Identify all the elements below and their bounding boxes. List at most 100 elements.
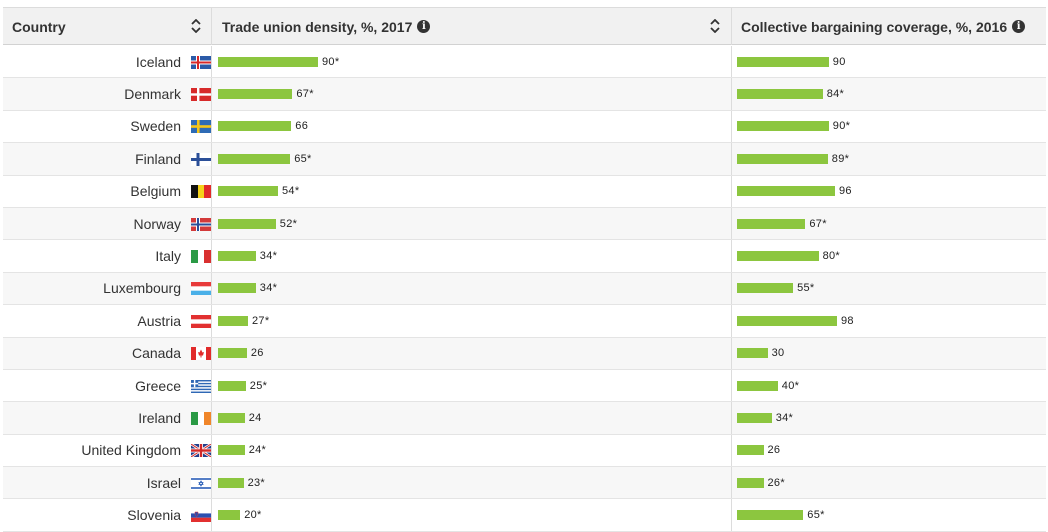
bargaining-coverage-value: 40*: [781, 379, 800, 392]
country-cell: Belgium: [3, 176, 211, 207]
bargaining-coverage-bar: [737, 218, 806, 229]
union-density-value: 23*: [247, 476, 266, 489]
table-row: Austria 27* 98: [3, 305, 1046, 338]
belgium-flag-icon: [191, 185, 211, 199]
country-cell: Slovenia: [3, 499, 211, 530]
bargaining-coverage-value: 67*: [809, 217, 827, 230]
union-density-column-header[interactable]: Trade union density, %, 2017 i: [211, 8, 731, 45]
bargaining-coverage-cell: 90: [731, 46, 1046, 78]
union-density-cell: 34*: [211, 240, 731, 272]
bargaining-coverage-value: 30: [771, 347, 785, 360]
bargaining-coverage-bar: [737, 89, 823, 100]
union-density-value: 20*: [244, 509, 262, 522]
country-name: Iceland: [135, 53, 181, 70]
country-name: Norway: [133, 215, 181, 232]
union-density-bar: [218, 121, 292, 132]
italy-flag-icon: [191, 250, 211, 264]
bargaining-coverage-bar: [737, 121, 829, 132]
country-name: Slovenia: [127, 507, 181, 524]
info-icon[interactable]: i: [1012, 20, 1026, 33]
bargaining-coverage-bar: [737, 445, 764, 456]
union-density-value: 25*: [249, 379, 268, 392]
country-column-header[interactable]: Country: [3, 8, 211, 45]
table-row: Slovenia 20* 65*: [3, 499, 1046, 532]
union-density-value: 34*: [259, 250, 278, 263]
country-cell: Luxembourg: [3, 273, 211, 304]
union-density-value: 54*: [282, 185, 300, 198]
union-density-value: 67*: [296, 88, 314, 101]
union-density-bar: [218, 348, 247, 359]
bargaining-coverage-value: 90: [832, 55, 846, 68]
bargaining-coverage-cell: 67*: [731, 207, 1046, 240]
union-density-bar: [218, 510, 241, 521]
union-density-cell: 67*: [211, 78, 731, 110]
table-row: Iceland 90* 90: [3, 46, 1046, 79]
table-body: Iceland 90* 90 Denmark 67* 84* Sweden 66 90* Finl…: [3, 46, 1046, 532]
bargaining-coverage-cell: 26*: [731, 467, 1046, 499]
country-cell: Israel: [3, 467, 211, 498]
sort-icon[interactable]: [191, 19, 201, 33]
union-density-value: 26: [250, 347, 264, 360]
country-name: Denmark: [124, 86, 181, 103]
bargaining-coverage-cell: 80*: [731, 240, 1046, 272]
country-name: Ireland: [138, 409, 181, 426]
bargaining-coverage-cell: 55*: [731, 272, 1046, 305]
country-cell: Norway: [3, 208, 211, 239]
table-row: Belgium 54* 96: [3, 175, 1046, 208]
uk-flag-icon: [191, 444, 211, 458]
union-density-bar: [218, 283, 256, 294]
country-cell: Sweden: [3, 111, 211, 142]
table-row: Finland 65* 89*: [3, 143, 1046, 176]
bargaining-coverage-value: 98: [841, 314, 854, 327]
bargaining-coverage-value: 96: [839, 185, 852, 198]
union-density-bar: [218, 251, 256, 262]
union-density-bar: [218, 56, 318, 67]
info-icon[interactable]: i: [417, 20, 431, 33]
union-density-bar: [218, 218, 276, 229]
norway-flag-icon: [191, 217, 211, 231]
bargaining-coverage-value: 90*: [832, 120, 851, 133]
union-density-value: 34*: [259, 282, 278, 295]
bargaining-coverage-value: 65*: [807, 509, 825, 522]
country-name: Luxembourg: [103, 280, 181, 297]
country-cell: Finland: [3, 143, 211, 174]
bargaining-coverage-bar: [737, 510, 804, 521]
bargaining-coverage-value: 55*: [797, 282, 815, 295]
union-density-cell: 20*: [211, 499, 731, 531]
union-density-value: 27*: [252, 314, 270, 327]
table-row: Italy 34* 80*: [3, 240, 1046, 273]
union-density-value: 52*: [279, 217, 298, 230]
union-density-bar: [218, 445, 245, 456]
bargaining-coverage-value: 26*: [767, 476, 785, 489]
bargaining-coverage-cell: 40*: [731, 369, 1046, 402]
bargaining-coverage-bar: [737, 153, 828, 164]
bargaining-coverage-cell: 84*: [731, 78, 1046, 110]
union-density-cell: 54*: [211, 175, 731, 207]
bargaining-coverage-bar: [737, 186, 835, 197]
table-row: Luxembourg 34* 55*: [3, 272, 1046, 306]
bargaining-coverage-bar: [737, 251, 819, 262]
iceland-flag-icon: [191, 55, 211, 69]
table-row: Norway 52* 67*: [3, 207, 1046, 241]
table-row: Greece 25* 40*: [3, 369, 1046, 403]
country-cell: Austria: [3, 305, 211, 336]
bargaining-header-label: Collective bargaining coverage, %, 2016: [741, 18, 1008, 35]
bargaining-coverage-cell: 98: [731, 305, 1046, 337]
bargaining-coverage-bar: [737, 348, 768, 359]
union-density-cell: 65*: [211, 143, 731, 175]
union-density-value: 24*: [248, 444, 267, 457]
sweden-flag-icon: [191, 120, 211, 134]
canada-flag-icon: [191, 347, 211, 361]
union-density-bar: [218, 477, 244, 488]
bargaining-coverage-value: 26: [767, 444, 781, 457]
country-header-label: Country: [12, 18, 66, 35]
union-density-bar: [218, 186, 278, 197]
sort-icon[interactable]: [710, 19, 720, 33]
country-name: Italy: [155, 248, 181, 265]
bargaining-coverage-bar: [737, 283, 794, 294]
bargaining-coverage-column-header[interactable]: Collective bargaining coverage, %, 2016 …: [731, 8, 1046, 45]
denmark-flag-icon: [191, 88, 211, 102]
bargaining-coverage-cell: 89*: [731, 143, 1046, 175]
luxembourg-flag-icon: [191, 282, 211, 296]
country-cell: Ireland: [3, 402, 211, 433]
